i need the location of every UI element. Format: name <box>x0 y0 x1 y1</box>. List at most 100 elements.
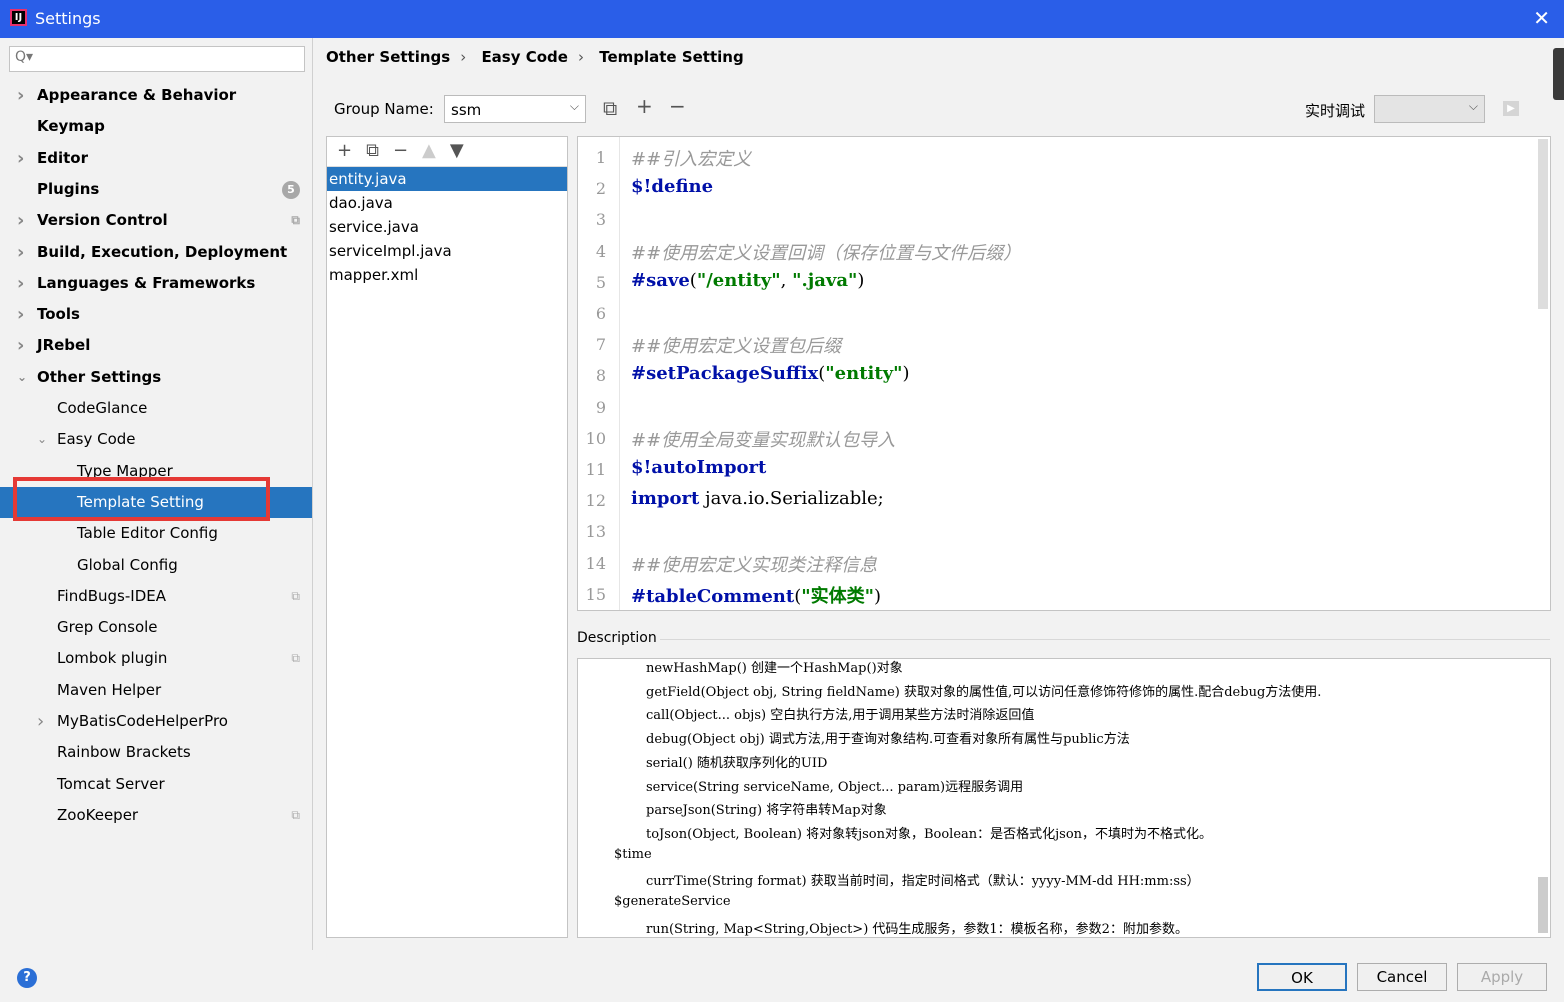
sidebar-item[interactable]: Table Editor Config <box>0 518 312 549</box>
sidebar-item[interactable]: Maven Helper <box>0 675 312 706</box>
line-number: 8 <box>595 366 606 386</box>
code-token: ( <box>689 269 697 291</box>
remove-icon[interactable]: − <box>393 140 408 161</box>
sidebar-item[interactable]: › Tools <box>0 299 312 330</box>
highlight-box <box>13 477 270 521</box>
chevron-down-icon: ⌵ <box>569 99 579 113</box>
copy-group-icon[interactable]: ⧉ <box>603 96 617 120</box>
sidebar-item-label: Global Config <box>77 555 178 574</box>
project-settings-icon: ⧉ <box>291 807 300 822</box>
line-number: 13 <box>585 522 606 542</box>
window-title: Settings <box>35 9 101 28</box>
sidebar-item-label: Easy Code <box>57 430 136 449</box>
group-name-select[interactable]: ssm ⌵ <box>444 95 586 123</box>
apply-button[interactable]: Apply <box>1457 963 1547 991</box>
run-icon[interactable]: ▶ <box>1503 101 1519 116</box>
code-token: $!define <box>631 176 714 198</box>
sidebar-item[interactable]: Plugins 5 <box>0 174 312 205</box>
title-bar: IJ Settings ✕ <box>0 0 1564 38</box>
description-line: call(Object... objs) 空白执行方法,用于调用某些方法时消除返… <box>646 708 1035 724</box>
editor-scrollbar[interactable] <box>1538 139 1548 309</box>
line-number: 11 <box>585 460 606 479</box>
sidebar-item[interactable]: Grep Console <box>0 612 312 643</box>
chevron-right-icon[interactable]: › <box>17 205 24 236</box>
description-line: $generateService <box>614 894 731 909</box>
line-number: 9 <box>595 397 606 417</box>
sidebar-item[interactable]: ZooKeeper ⧉ <box>0 800 312 831</box>
description-label: Description <box>577 630 657 646</box>
template-file-list: + ⧉ − ▲ ▼ entity.java dao.java service.java ser… <box>326 136 568 938</box>
chevron-right-icon[interactable]: › <box>17 237 24 268</box>
code-token: java.io.Serializable; <box>699 488 884 510</box>
sidebar-item[interactable]: › Appearance & Behavior <box>0 80 312 111</box>
description-line: service(String serviceName, Object... pa… <box>646 779 1024 795</box>
code-token: ) <box>874 585 882 607</box>
sidebar-item[interactable]: Tomcat Server <box>0 769 312 800</box>
chevron-down-icon[interactable]: ⌄ <box>17 362 27 393</box>
code-token: ) <box>902 363 910 385</box>
sidebar-item[interactable]: › Editor <box>0 143 312 174</box>
file-item[interactable]: dao.java <box>327 191 567 215</box>
sidebar-item[interactable]: Keymap <box>0 111 312 142</box>
sidebar-item-label: Other Settings <box>37 367 162 386</box>
group-name-label: Group Name: <box>334 100 434 118</box>
add-icon[interactable]: + <box>337 140 352 161</box>
sidebar-item[interactable]: FindBugs-IDEA ⧉ <box>0 581 312 612</box>
chevron-right-icon[interactable]: › <box>17 299 24 330</box>
chevron-right-icon[interactable]: › <box>17 80 24 111</box>
file-items: entity.java dao.java service.java serviceIm… <box>327 167 567 287</box>
update-count-badge: 5 <box>282 180 300 199</box>
line-number: 14 <box>585 553 606 573</box>
sidebar-item-label: CodeGlance <box>57 399 148 417</box>
chevron-down-icon[interactable]: ⌄ <box>37 424 47 455</box>
code-token: ##使用宏定义设置回调（保存位置与文件后缀） <box>631 242 1022 264</box>
sidebar-item[interactable]: Global Config <box>0 550 312 581</box>
file-item[interactable]: serviceImpl.java <box>327 239 567 263</box>
debug-select[interactable]: ⌵ <box>1374 95 1485 123</box>
breadcrumb: Other Settings › Easy Code › Template Sett… <box>326 48 754 66</box>
search-icon: Q▾ <box>15 49 34 65</box>
sidebar-item[interactable]: › Build, Execution, Deployment <box>0 237 312 268</box>
chevron-right-icon[interactable]: › <box>17 268 24 299</box>
code-editor[interactable]: 1 2 3 4 5 6 7 8 9 10 11 12 13 14 15 ##引入宏定义 $!define ##使… <box>577 136 1551 611</box>
sidebar-item[interactable]: ⌄ Other Settings <box>0 362 312 393</box>
debug-label: 实时调试 <box>1305 102 1366 120</box>
cancel-button[interactable]: Cancel <box>1357 963 1447 991</box>
sidebar-item[interactable]: › Languages & Frameworks <box>0 268 312 299</box>
sidebar-item[interactable]: › MyBatisCodeHelperPro <box>0 706 312 737</box>
description-line: getField(Object obj, String fieldName) 获… <box>646 684 1322 700</box>
sidebar-item[interactable]: › Version Control ⧉ <box>0 205 312 236</box>
remove-group-icon[interactable]: − <box>669 94 686 118</box>
sidebar-item[interactable]: CodeGlance <box>0 393 312 424</box>
search-input[interactable]: Q▾ <box>9 46 305 72</box>
close-icon[interactable]: ✕ <box>1533 6 1550 30</box>
code-line: $!autoImport <box>631 457 766 478</box>
chevron-right-icon[interactable]: › <box>17 143 24 174</box>
help-icon[interactable]: ? <box>17 968 37 988</box>
code-token: "entity" <box>825 363 903 385</box>
file-item[interactable]: mapper.xml <box>327 263 567 287</box>
code-token: "实体类" <box>801 585 875 607</box>
file-item[interactable]: entity.java <box>327 167 567 191</box>
sidebar-item[interactable]: ⌄ Easy Code <box>0 424 312 455</box>
move-down-icon[interactable]: ▼ <box>450 140 464 161</box>
sidebar-item-label: Version Control <box>37 211 168 230</box>
sidebar-item-label: Lombok plugin <box>57 649 168 668</box>
add-group-icon[interactable]: + <box>636 94 653 118</box>
chevron-right-icon[interactable]: › <box>17 330 24 361</box>
description-line: $time <box>614 846 652 862</box>
sidebar-item-label: Tomcat Server <box>57 774 165 793</box>
move-up-icon[interactable]: ▲ <box>422 140 436 161</box>
chevron-right-icon[interactable]: › <box>37 706 44 737</box>
sidebar-item[interactable]: Rainbow Brackets <box>0 737 312 768</box>
sidebar-item[interactable]: Lombok plugin ⧉ <box>0 643 312 674</box>
file-item[interactable]: service.java <box>327 215 567 239</box>
sidebar-item[interactable]: › JRebel <box>0 330 312 361</box>
line-number: 6 <box>595 304 606 323</box>
code-token: ".java" <box>792 269 858 291</box>
code-line: ##使用宏定义实现类注释信息 <box>631 551 877 577</box>
side-handle[interactable] <box>1553 48 1564 100</box>
ok-button[interactable]: OK <box>1257 963 1347 991</box>
description-scrollbar[interactable] <box>1538 877 1548 933</box>
copy-icon[interactable]: ⧉ <box>366 140 379 161</box>
